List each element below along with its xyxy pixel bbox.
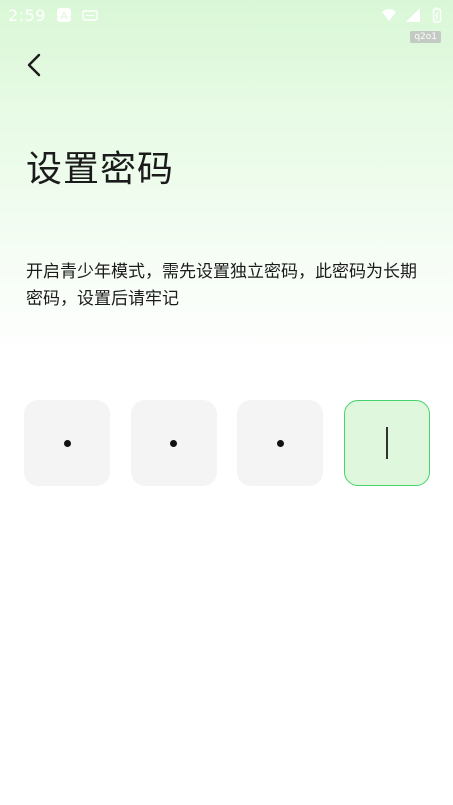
status-bar: 2:59 A — [0, 0, 453, 30]
pin-input[interactable] — [24, 400, 430, 488]
description-text: 开启青少年模式，需先设置独立密码，此密码为长期密码，设置后请牢记 — [26, 262, 417, 309]
pin-box-1[interactable] — [24, 400, 110, 486]
sim-card-icon — [82, 10, 98, 21]
text-cursor — [385, 427, 388, 459]
pin-dot — [276, 439, 284, 447]
battery-icon — [432, 7, 442, 23]
signal-icon — [406, 8, 420, 22]
svg-text:A: A — [61, 11, 68, 22]
pin-box-3[interactable] — [237, 400, 324, 486]
pin-dot — [63, 439, 71, 447]
wifi-icon — [382, 9, 396, 21]
status-time: 2:59 — [8, 5, 46, 25]
pin-dot — [170, 439, 178, 447]
page-title: 设置密码 — [26, 149, 175, 190]
corner-tag: q2o1 — [410, 31, 441, 43]
pin-box-2[interactable] — [130, 400, 217, 486]
back-button[interactable] — [18, 48, 52, 82]
a-notification-icon: A — [56, 8, 71, 22]
chevron-left-icon — [27, 53, 41, 77]
pin-box-4[interactable] — [343, 400, 430, 486]
